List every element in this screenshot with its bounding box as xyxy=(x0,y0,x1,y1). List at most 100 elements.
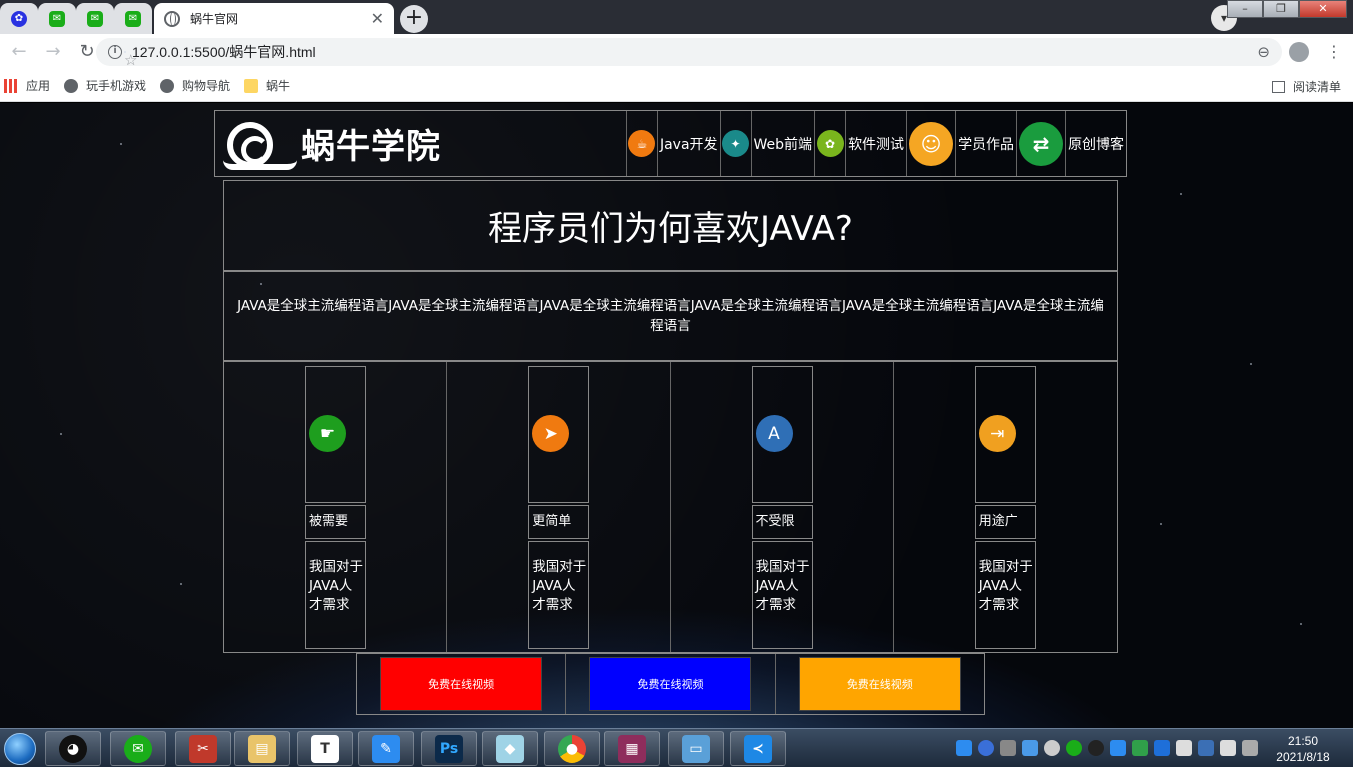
video-button-cell: 免费在线视频 xyxy=(776,654,984,714)
feature-icon-box: A xyxy=(751,366,813,503)
back-button[interactable]: ← xyxy=(4,37,34,67)
help-icon[interactable] xyxy=(978,740,994,756)
site-logo[interactable]: 蜗牛学院 xyxy=(215,111,627,176)
snail-logo-icon xyxy=(223,116,297,172)
feature-name: 不受限 xyxy=(751,505,813,539)
nav-blog[interactable]: 原创博客 xyxy=(1066,111,1126,176)
bug-icon: ✿ xyxy=(816,130,844,157)
nav-works[interactable]: 学员作品 xyxy=(956,111,1018,176)
arrow-icon[interactable] xyxy=(1000,740,1016,756)
zoom-icon[interactable]: ⊖ xyxy=(1257,43,1270,61)
wechat-tray-icon[interactable] xyxy=(1066,740,1082,756)
taskbar-notes[interactable]: ✎ xyxy=(358,731,414,766)
feature-card: ⇥ 用途广 我国对于JAVA人才需求 xyxy=(974,366,1036,649)
feature-icon-box: ➤ xyxy=(528,366,590,503)
reading-list-icon xyxy=(1271,80,1285,93)
taskbar-wechat[interactable]: ✉ xyxy=(110,731,166,766)
exchange-arrows-icon: ⇄ xyxy=(1019,121,1064,166)
network-tray-icon[interactable] xyxy=(1154,740,1170,756)
nav-testing[interactable]: 软件测试 xyxy=(846,111,908,176)
usb-icon[interactable] xyxy=(1176,740,1192,756)
system-tray xyxy=(956,737,1258,759)
bookmark-apps[interactable]: 应用 xyxy=(4,77,50,94)
url-text: 127.0.0.1:5500/蜗牛官网.html xyxy=(132,44,316,60)
feature-card: ➤ 更简单 我国对于JAVA人才需求 xyxy=(528,366,590,649)
bird-icon: ☺ xyxy=(909,121,954,166)
bookmark-star-icon[interactable]: ☆ xyxy=(124,51,137,69)
wechat-icon: ✉ xyxy=(125,10,141,27)
action-center-icon[interactable] xyxy=(1242,740,1258,756)
taskbar-photoshop[interactable]: Ps xyxy=(421,731,477,766)
feature-column: ⇥ 用途广 我国对于JAVA人才需求 xyxy=(894,362,1117,652)
shield-icon[interactable] xyxy=(1110,740,1126,756)
display-icon[interactable] xyxy=(1198,740,1214,756)
taskbar-chrome[interactable]: ● xyxy=(544,731,600,766)
free-video-button-blue[interactable]: 免费在线视频 xyxy=(589,657,752,711)
bookmark-shopping[interactable]: 购物导航 xyxy=(160,77,230,94)
bookmark-games[interactable]: 玩手机游戏 xyxy=(64,77,146,94)
testing-icon-cell: ✿ xyxy=(815,111,847,176)
tab-wechat-1[interactable]: ✉ xyxy=(38,3,76,34)
bookmark-label: 玩手机游戏 xyxy=(86,79,147,93)
feature-column: ➤ 更简单 我国对于JAVA人才需求 xyxy=(447,362,671,652)
taskbar-typora[interactable]: T xyxy=(297,731,353,766)
blog-icon-cell: ⇄ xyxy=(1017,111,1067,176)
bookmark-label: 蜗牛 xyxy=(266,79,291,93)
feature-name: 更简单 xyxy=(528,505,590,539)
start-button[interactable] xyxy=(0,729,40,767)
free-video-button-red[interactable]: 免费在线视频 xyxy=(380,657,543,711)
nav-web[interactable]: Web前端 xyxy=(752,111,816,176)
feature-desc: 我国对于JAVA人才需求 xyxy=(974,541,1036,649)
volume-muted-icon[interactable] xyxy=(1220,740,1236,756)
taskbar-winrar[interactable]: ▦ xyxy=(604,731,660,766)
sign-in-icon: ⇥ xyxy=(978,415,1016,452)
feature-icon-box: ☛ xyxy=(305,366,366,503)
tray-app-icon[interactable] xyxy=(1022,740,1038,756)
baidu-icon: ✿ xyxy=(11,10,27,27)
tab-wechat-3[interactable]: ✉ xyxy=(114,3,152,34)
nav-java[interactable]: Java开发 xyxy=(658,111,721,176)
bookmark-folder-snail[interactable]: 蜗牛 xyxy=(244,77,290,94)
tab-active[interactable]: 蜗牛官网 ✕ xyxy=(154,3,394,34)
browser-toolbar: ← → ↻ i 127.0.0.1:5500/蜗牛官网.html ⊖ ☆ ⋮ xyxy=(0,34,1353,70)
taskbar-explorer[interactable]: ▤ xyxy=(234,731,290,766)
profile-avatar[interactable] xyxy=(1289,42,1309,62)
site-info-icon[interactable]: i xyxy=(108,45,122,59)
video-button-cell: 免费在线视频 xyxy=(566,654,776,714)
feature-desc: 我国对于JAVA人才需求 xyxy=(528,541,590,649)
pen-icon: ✎ xyxy=(372,734,400,763)
qq-penguin-tray-icon[interactable] xyxy=(1088,740,1104,756)
window-icon: ▭ xyxy=(682,734,710,763)
globe-icon xyxy=(160,78,175,93)
feature-card: ☛ 被需要 我国对于JAVA人才需求 xyxy=(305,366,366,649)
taskbar-vscode[interactable]: ≺ xyxy=(730,731,786,766)
clock-tray-icon[interactable] xyxy=(1044,740,1060,756)
video-button-cell: 免费在线视频 xyxy=(357,654,567,714)
restore-button[interactable]: ❐ xyxy=(1263,0,1299,18)
taskbar-app[interactable]: ◆ xyxy=(482,731,538,766)
forward-button[interactable]: → xyxy=(38,37,68,67)
qq-tray-icon[interactable] xyxy=(956,740,972,756)
tab-strip: ✿ ✉ ✉ ✉ 蜗牛官网 ✕ + ▾ – ❐ ✕ xyxy=(0,0,1353,34)
reading-list[interactable]: 阅读清单 xyxy=(1271,78,1341,95)
window-close-button[interactable]: ✕ xyxy=(1299,0,1347,18)
taskbar-window[interactable]: ▭ xyxy=(668,731,724,766)
free-video-button-orange[interactable]: 免费在线视频 xyxy=(798,657,961,711)
page-viewport: 蜗牛学院 ☕ Java开发 ✦ Web前端 ✿ 软件测试 ☺ 学员作品 ⇄ 原创… xyxy=(0,103,1353,728)
tab-close-icon[interactable]: ✕ xyxy=(371,9,384,28)
address-bar[interactable]: i 127.0.0.1:5500/蜗牛官网.html ⊖ ☆ xyxy=(96,38,1282,69)
tab-baidu[interactable]: ✿ xyxy=(0,3,38,34)
feature-desc: 我国对于JAVA人才需求 xyxy=(305,541,366,649)
taskbar-qq[interactable]: ◕ xyxy=(45,731,101,766)
wechat-icon: ✉ xyxy=(49,10,65,27)
new-tab-button[interactable]: + xyxy=(400,5,428,33)
java-icon-cell: ☕ xyxy=(627,111,658,176)
windows-orb-icon xyxy=(4,732,36,765)
security-icon[interactable] xyxy=(1132,740,1148,756)
minimize-button[interactable]: – xyxy=(1227,0,1263,18)
taskbar-clock[interactable]: 21:50 2021/8/18 xyxy=(1268,733,1338,765)
tab-wechat-2[interactable]: ✉ xyxy=(76,3,114,34)
taskbar-tool[interactable]: ✂ xyxy=(175,731,231,766)
feature-name: 用途广 xyxy=(974,505,1036,539)
browser-menu-icon[interactable]: ⋮ xyxy=(1326,42,1342,61)
